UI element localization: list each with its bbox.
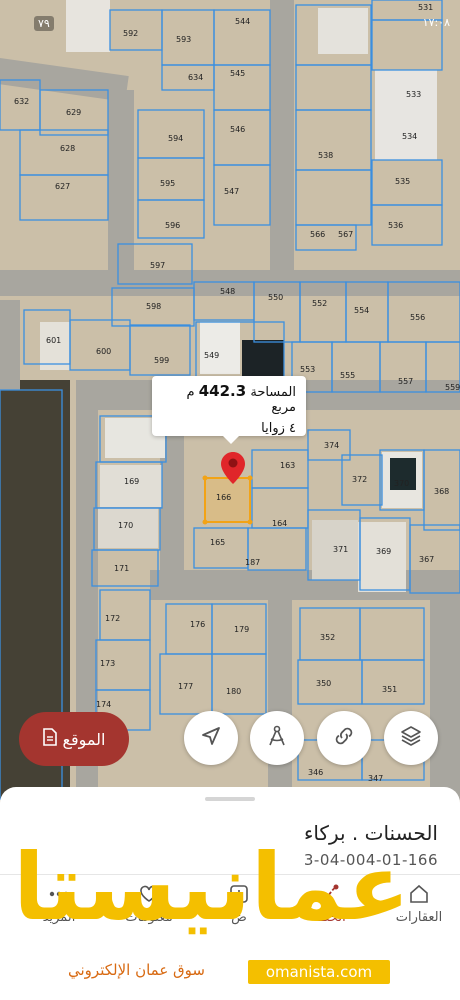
plot-number: 567 xyxy=(338,230,353,239)
watermark-logo: عمانيستا xyxy=(13,834,412,941)
plot-number: 535 xyxy=(395,177,410,186)
share-link-button[interactable] xyxy=(317,711,371,765)
plot-number: 557 xyxy=(398,377,413,386)
navigation-arrow-icon xyxy=(200,725,222,751)
plot-number: 347 xyxy=(368,774,383,783)
map-pin-icon[interactable] xyxy=(221,452,245,484)
plot-number: 369 xyxy=(376,547,391,556)
battery-indicator: ٧٩ xyxy=(34,16,54,31)
plot-number: 553 xyxy=(300,365,315,374)
plot-number: 545 xyxy=(230,69,245,78)
plot-number: 596 xyxy=(165,221,180,230)
location-button-label: الموقع xyxy=(62,729,106,749)
plot-number: 549 xyxy=(204,351,219,360)
plot-number: 370 xyxy=(394,479,409,488)
plot-number: 555 xyxy=(340,371,355,380)
plot-number: 352 xyxy=(320,633,335,642)
plot-number: 170 xyxy=(118,521,133,530)
plot-number: 599 xyxy=(154,356,169,365)
plot-number: 627 xyxy=(55,182,70,191)
status-bar: ٧٩ ١٧:٠٨ xyxy=(0,0,460,40)
plot-number: 600 xyxy=(96,347,111,356)
area-line: المساحة 442.3 م مربع xyxy=(162,382,296,415)
plot-number: 534 xyxy=(402,132,417,141)
document-icon xyxy=(42,728,57,750)
navigate-button[interactable] xyxy=(184,711,238,765)
plot-number: 601 xyxy=(46,336,61,345)
plot-number: 559 xyxy=(445,383,460,392)
plot-number: 597 xyxy=(150,261,165,270)
area-value: 442.3 xyxy=(198,382,247,400)
area-label: المساحة xyxy=(250,385,296,400)
layers-button[interactable] xyxy=(384,711,438,765)
plot-number: 179 xyxy=(234,625,249,634)
plot-number: 367 xyxy=(419,555,434,564)
plot-number: 374 xyxy=(324,441,339,450)
corners-count: ٤ زوايا xyxy=(261,421,296,436)
plot-number: 629 xyxy=(66,108,81,117)
measure-button[interactable] xyxy=(250,711,304,765)
plot-number: 371 xyxy=(333,545,348,554)
plot-number: 554 xyxy=(354,306,369,315)
plot-number: 169 xyxy=(124,477,139,486)
plot-number: 350 xyxy=(316,679,331,688)
watermark-tagline: سوق عمان الإلكتروني xyxy=(68,961,205,979)
area-popup[interactable]: المساحة 442.3 م مربع ٤ زوايا xyxy=(152,376,306,444)
plot-number: 171 xyxy=(114,564,129,573)
plot-number: 176 xyxy=(190,620,205,629)
selected-plot-number: 166 xyxy=(216,493,231,502)
compass-measure-icon xyxy=(265,724,289,752)
plot-number: 172 xyxy=(105,614,120,623)
plot-number: 173 xyxy=(100,659,115,668)
plot-number: 180 xyxy=(226,687,241,696)
plot-number: 174 xyxy=(96,700,111,709)
plot-number: 556 xyxy=(410,313,425,322)
plot-number: 533 xyxy=(406,90,421,99)
plot-number: 346 xyxy=(308,768,323,777)
plot-number: 594 xyxy=(168,134,183,143)
plot-number: 177 xyxy=(178,682,193,691)
plot-number: 598 xyxy=(146,302,161,311)
plot-number: 187 xyxy=(245,558,260,567)
plot-number: 634 xyxy=(188,73,203,82)
plot-number: 372 xyxy=(352,475,367,484)
plot-number: 546 xyxy=(230,125,245,134)
plot-number: 548 xyxy=(220,287,235,296)
sheet-drag-handle[interactable] xyxy=(205,797,255,801)
plot-number: 547 xyxy=(224,187,239,196)
plot-number: 552 xyxy=(312,299,327,308)
location-button[interactable]: الموقع xyxy=(19,712,129,766)
plot-number: 628 xyxy=(60,144,75,153)
plot-number: 566 xyxy=(310,230,325,239)
layers-icon xyxy=(399,724,423,752)
plot-number: 632 xyxy=(14,97,29,106)
plot-number: 351 xyxy=(382,685,397,694)
plot-number: 368 xyxy=(434,487,449,496)
plot-number: 164 xyxy=(272,519,287,528)
plot-number: 163 xyxy=(280,461,295,470)
watermark-url: omanista.com xyxy=(248,960,390,984)
plot-number: 595 xyxy=(160,179,175,188)
plot-number: 165 xyxy=(210,538,225,547)
link-icon xyxy=(332,724,356,752)
plot-number: 536 xyxy=(388,221,403,230)
clock: ١٧:٠٨ xyxy=(422,16,450,29)
plot-number: 538 xyxy=(318,151,333,160)
plot-number: 550 xyxy=(268,293,283,302)
